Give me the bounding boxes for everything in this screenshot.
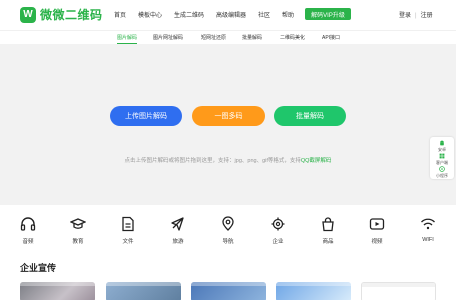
category-wifi[interactable]: WIFI (408, 212, 448, 243)
category-label: 商品 (322, 239, 334, 245)
upload-hint: 点击上传图片解码或将图片拖到这里，支持：jpg、png、gif等格式，支持QQ截… (0, 156, 456, 164)
category-label: 文件 (122, 239, 134, 245)
upload-drop-area[interactable]: 上传图片解码 一图多码 批量解码 点击上传图片解码或将图片拖到这里，支持：jpg… (0, 44, 456, 205)
subnav-batch-decode[interactable]: 批量解码 (242, 34, 262, 41)
map-pin-icon (222, 216, 234, 231)
client-label: 客户端 (436, 160, 448, 165)
vip-upgrade-button[interactable]: 解码VIP升级 (305, 8, 351, 20)
subnav-api[interactable]: API接口 (322, 34, 340, 41)
nav-editor[interactable]: 高级编辑器 (216, 10, 246, 19)
video-icon (369, 218, 385, 230)
category-audio[interactable]: 音频 (8, 212, 48, 245)
subnav-beautify[interactable]: 二维码美化 (280, 34, 305, 41)
register-link[interactable]: 注册 (421, 13, 433, 19)
qq-screenshot-link[interactable]: QQ截屏解码 (301, 158, 332, 164)
subnav-image-decode[interactable]: 图片解码 (117, 34, 137, 41)
nav-generate[interactable]: 生成二维码 (174, 10, 204, 19)
category-file[interactable]: 文件 (108, 212, 148, 245)
category-label: 旅游 (172, 239, 184, 245)
multi-code-button[interactable]: 一图多码 (192, 106, 265, 126)
template-card[interactable] (106, 282, 181, 300)
site-logo[interactable]: W 微微二维码 (20, 6, 103, 23)
top-header: W 微微二维码 首页 模板中心 生成二维码 高级编辑器 社区 帮助 解码VIP升… (0, 0, 456, 30)
category-navigation[interactable]: 导航 (208, 212, 248, 245)
subnav-url-decode[interactable]: 图片网址解码 (153, 34, 183, 41)
subnav-short-url[interactable]: 短网址还原 (201, 34, 226, 41)
airplane-icon (171, 217, 184, 231)
android-icon (440, 140, 444, 146)
upload-hint-text: 点击上传图片解码或将图片拖到这里，支持：jpg、png、gif等格式，支持 (124, 158, 301, 164)
batch-decode-button[interactable]: 批量解码 (274, 106, 346, 126)
logo-icon: W (20, 6, 36, 23)
nav-templates[interactable]: 模板中心 (138, 10, 162, 19)
account-separator: | (415, 13, 417, 19)
mini-program-link[interactable]: 小程序 (430, 166, 454, 179)
category-label: 教育 (72, 239, 84, 245)
headphones-icon (20, 217, 36, 231)
category-label: 导航 (222, 239, 234, 245)
section-title: 企业宣传 (20, 263, 57, 273)
document-icon (122, 216, 134, 232)
template-card[interactable] (361, 282, 436, 300)
category-video[interactable]: 视频 (357, 212, 397, 245)
logo-text: 微微二维码 (40, 8, 103, 22)
nav-community[interactable]: 社区 (258, 10, 270, 19)
floating-side-panel: 安卓 客户端 小程序 (430, 137, 454, 179)
category-enterprise[interactable]: 企业 (258, 212, 298, 245)
login-link[interactable]: 登录 (399, 13, 411, 19)
client-app-link[interactable]: 客户端 (430, 153, 454, 166)
category-label: WIFI (422, 237, 434, 243)
account-links: 登录 | 注册 (399, 10, 433, 19)
category-label: 企业 (272, 239, 284, 245)
category-label: 音频 (22, 239, 34, 245)
category-label: 视频 (371, 239, 383, 245)
category-education[interactable]: 教育 (58, 212, 98, 245)
mini-program-icon (439, 166, 445, 172)
template-card[interactable] (191, 282, 266, 300)
category-travel[interactable]: 旅游 (158, 212, 198, 245)
sub-navigation: 图片解码 图片网址解码 短网址还原 批量解码 二维码美化 API接口 (0, 30, 456, 44)
template-card[interactable] (276, 282, 351, 300)
category-product[interactable]: 商品 (308, 212, 348, 245)
upload-image-decode-button[interactable]: 上传图片解码 (110, 106, 182, 126)
category-row: 音频 教育 文件 旅游 导航 企业 商品 视频 WIFI (0, 212, 456, 250)
windows-icon (439, 153, 445, 159)
template-card[interactable] (20, 282, 95, 300)
nav-home[interactable]: 首页 (114, 10, 126, 19)
gear-icon (271, 217, 285, 231)
mini-program-label: 小程序 (436, 173, 448, 178)
wifi-icon (421, 218, 435, 230)
android-app-link[interactable]: 安卓 (430, 140, 454, 153)
graduation-cap-icon (70, 218, 86, 229)
template-card-row (0, 282, 456, 300)
android-label: 安卓 (438, 147, 446, 152)
nav-help[interactable]: 帮助 (282, 10, 294, 19)
bag-icon (322, 217, 334, 232)
